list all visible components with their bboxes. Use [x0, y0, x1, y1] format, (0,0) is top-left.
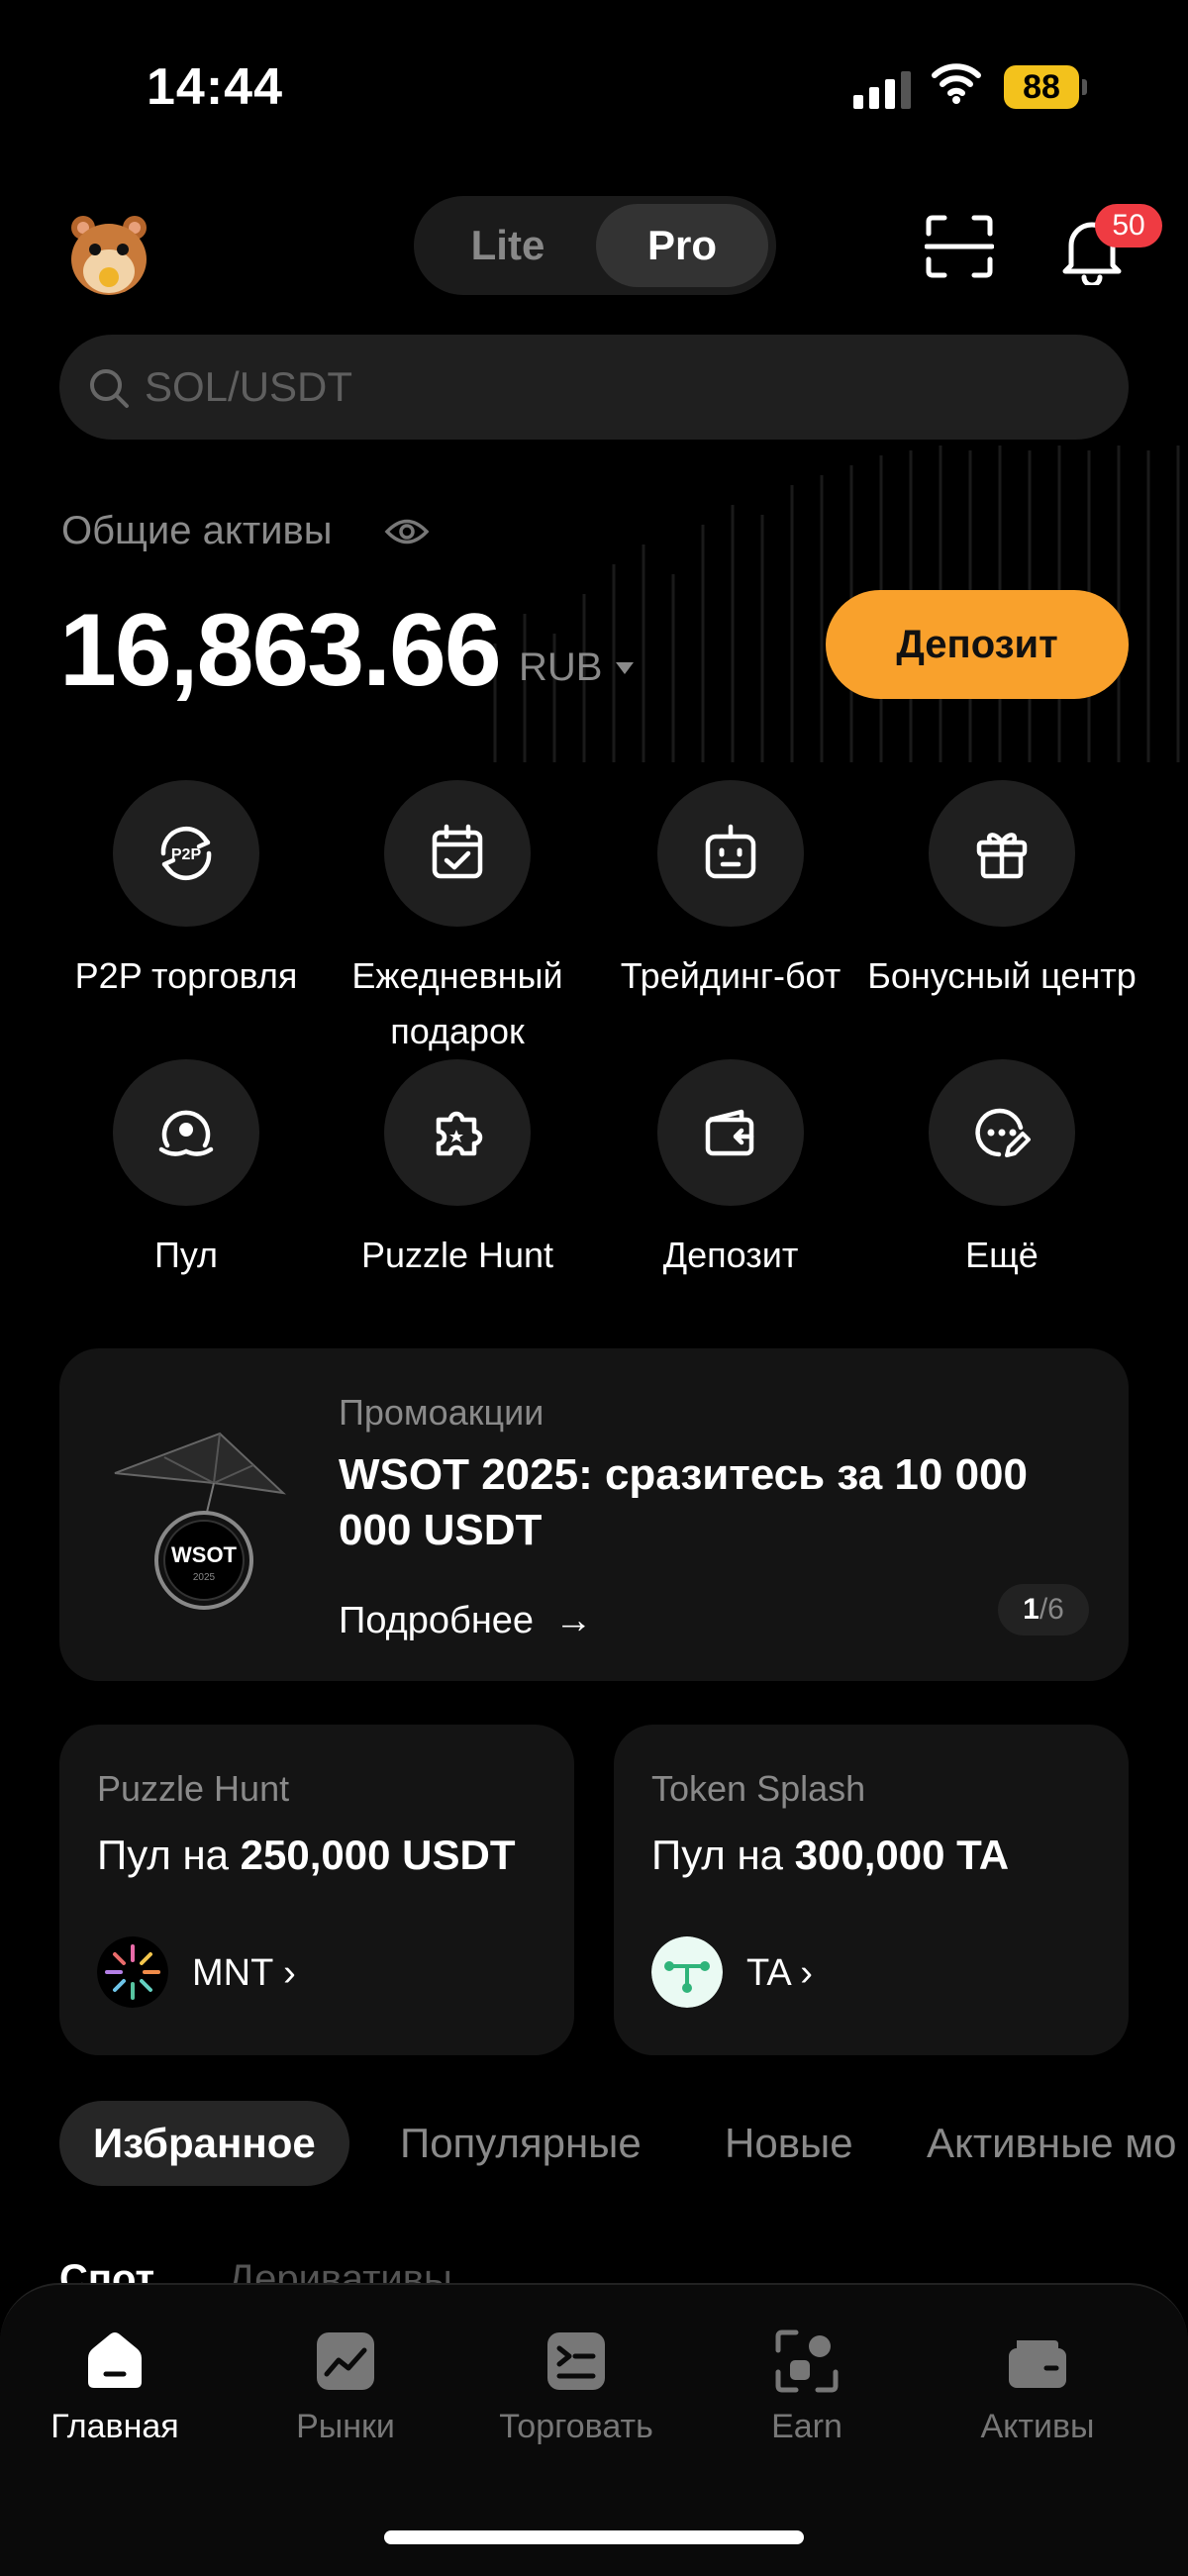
card-category: Puzzle Hunt: [97, 1768, 290, 1809]
card-ticker[interactable]: MNT ›: [192, 1952, 296, 1995]
nav-markets[interactable]: Рынки: [227, 2328, 464, 2446]
quick-action-pool[interactable]: Пул: [50, 1059, 323, 1283]
pool-icon: [158, 1110, 214, 1156]
currency-selector[interactable]: RUB: [519, 645, 602, 690]
quick-action-label: Puzzle Hunt: [360, 1235, 554, 1275]
search-input[interactable]: [145, 335, 1036, 440]
tab-new[interactable]: Новые: [725, 2101, 853, 2186]
earn-icon: [775, 2329, 839, 2393]
card-title-prefix: Пул на: [651, 1832, 783, 1878]
arrow-right-icon: →: [544, 1600, 593, 1641]
wallet-in-icon: [705, 1109, 754, 1156]
quick-action-label: Пул: [153, 1235, 219, 1275]
quick-action-p2p[interactable]: P2P P2P торговля: [50, 780, 323, 1004]
puzzle-icon: [436, 1111, 483, 1156]
quick-action-bonus-center[interactable]: Бонусный центр: [865, 780, 1138, 1004]
status-time: 14:44: [147, 58, 283, 116]
promo-details-link[interactable]: Подробнее →: [339, 1600, 592, 1642]
eye-icon[interactable]: [384, 515, 430, 548]
cellular-signal-icon: [853, 69, 913, 109]
quick-action-label: Трейдинг-бот: [620, 955, 842, 996]
quick-action-deposit[interactable]: Депозит: [594, 1059, 867, 1283]
nav-earn[interactable]: Earn: [688, 2328, 926, 2446]
nav-label: Торговать: [499, 2408, 653, 2445]
notification-badge: 50: [1095, 204, 1162, 248]
tab-active-markets[interactable]: Активные мо: [927, 2101, 1177, 2186]
chevron-right-icon: ›: [789, 1952, 813, 1994]
p2p-icon: P2P: [160, 826, 212, 881]
tab-popular[interactable]: Популярные: [400, 2101, 642, 2186]
card-category: Token Splash: [651, 1768, 866, 1809]
ticker-label: TA: [746, 1952, 790, 1994]
promo-title: WSOT 2025: сразитесь за 10 000 000 USDT: [339, 1450, 1028, 1554]
caret-down-icon[interactable]: [614, 660, 636, 676]
search-icon: [90, 369, 129, 408]
mode-switch[interactable]: Lite Pro: [414, 196, 776, 295]
event-card-token-splash[interactable]: Token Splash Пул на 300,000 TA TA ›: [614, 1725, 1129, 2055]
nav-home[interactable]: Главная: [0, 2328, 234, 2446]
quick-action-label: Ежедневный подарок: [351, 955, 563, 1051]
chevron-right-icon: ›: [272, 1952, 296, 1994]
battery-level: 88: [1004, 65, 1079, 109]
mnt-coin-icon: [97, 1936, 168, 2008]
nav-label: Рынки: [296, 2408, 395, 2445]
more-icon: [975, 1108, 1031, 1157]
card-title: Пул на 250,000 USDT: [97, 1832, 516, 1879]
card-ticker[interactable]: TA ›: [746, 1952, 813, 1995]
search-bar[interactable]: [59, 335, 1129, 440]
gift-icon: [976, 833, 1028, 879]
avatar[interactable]: [61, 204, 156, 299]
nav-trade[interactable]: Торговать: [457, 2328, 695, 2446]
event-card-puzzle-hunt[interactable]: Puzzle Hunt Пул на 250,000 USDT MNT ›: [59, 1725, 574, 2055]
ticker-label: MNT: [192, 1952, 273, 1994]
quick-action-label: Депозит: [662, 1235, 799, 1275]
quick-action-daily-gift[interactable]: Ежедневный подарок: [321, 780, 594, 1059]
card-title-amount: 250,000 USDT: [240, 1832, 516, 1878]
total-assets-label: Общие активы: [61, 509, 333, 552]
quick-action-more[interactable]: Ещё: [865, 1059, 1138, 1283]
home-icon: [88, 2332, 142, 2388]
card-title-prefix: Пул на: [97, 1832, 229, 1878]
quick-action-label: P2P торговля: [74, 955, 298, 996]
nav-assets[interactable]: Активы: [919, 2328, 1156, 2446]
quick-action-puzzle-hunt[interactable]: Puzzle Hunt: [321, 1059, 594, 1283]
nav-label: Earn: [771, 2408, 842, 2445]
nav-label: Активы: [980, 2408, 1095, 2445]
ta-coin-icon: [651, 1936, 723, 2008]
promo-page-total: /6: [1039, 1593, 1064, 1626]
promo-pager: 1/6: [998, 1584, 1089, 1635]
home-indicator: [384, 2530, 804, 2544]
mode-lite-tab[interactable]: Lite: [424, 204, 592, 287]
scan-icon[interactable]: [925, 214, 994, 279]
bot-icon: [705, 824, 756, 879]
quick-action-trading-bot[interactable]: Трейдинг-бот: [594, 780, 867, 1004]
wifi-icon: [932, 63, 981, 104]
deposit-button[interactable]: Депозит: [826, 590, 1129, 699]
markets-icon: [317, 2332, 374, 2390]
wallet-icon: [1009, 2340, 1066, 2388]
promo-page-current: 1: [1023, 1593, 1040, 1626]
svg-text:WSOT: WSOT: [171, 1542, 238, 1567]
svg-text:P2P: P2P: [171, 846, 202, 863]
quick-action-label: Ещё: [965, 1235, 1039, 1275]
card-title-amount: 300,000 TA: [794, 1832, 1010, 1878]
promo-link-label: Подробнее: [339, 1600, 535, 1641]
wsot-promo-image: WSOT 2025: [114, 1432, 286, 1610]
mode-pro-tab[interactable]: Pro: [596, 204, 768, 287]
trade-icon: [547, 2332, 605, 2390]
total-assets-value: 16,863.66: [59, 593, 502, 708]
battery-icon: 88: [1004, 65, 1087, 109]
promo-category: Промоакции: [339, 1392, 544, 1433]
notifications-button[interactable]: 50: [1057, 204, 1166, 285]
promo-banner[interactable]: WSOT 2025 Промоакции WSOT 2025: сразитес…: [59, 1348, 1129, 1681]
nav-label: Главная: [50, 2408, 179, 2445]
tab-favorites[interactable]: Избранное: [59, 2101, 349, 2186]
card-title: Пул на 300,000 TA: [651, 1832, 1009, 1879]
quick-action-label: Бонусный центр: [867, 955, 1137, 996]
svg-text:2025: 2025: [193, 1572, 216, 1583]
calendar-check-icon: [432, 824, 483, 879]
